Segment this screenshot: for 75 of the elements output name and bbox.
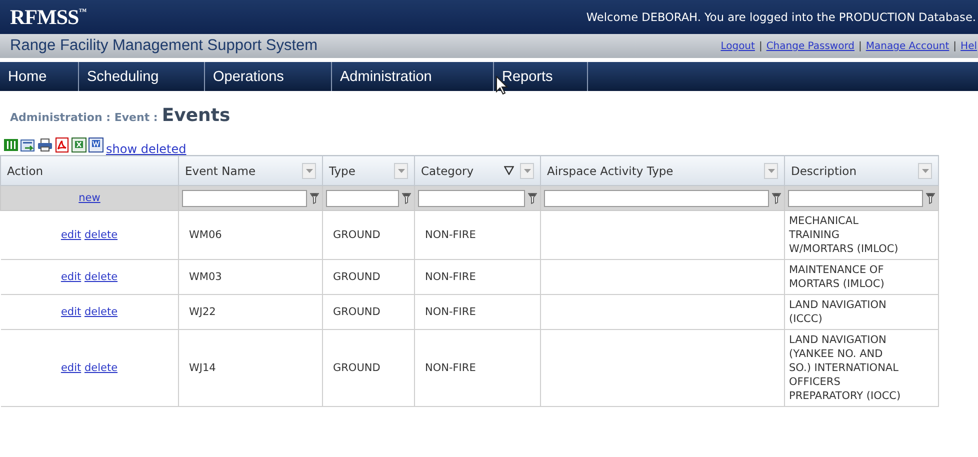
- column-menu-button[interactable]: [764, 162, 778, 178]
- delete-link[interactable]: delete: [84, 362, 118, 374]
- logo: RFMSS$^{™}$: [10, 4, 86, 30]
- column-header[interactable]: Event Name: [178, 156, 322, 186]
- nav-item[interactable]: Administration: [332, 62, 494, 91]
- column-menu-button[interactable]: [394, 162, 408, 178]
- filter-icon[interactable]: [772, 192, 781, 204]
- printer-icon[interactable]: [37, 137, 53, 153]
- filter-icon[interactable]: [926, 192, 935, 204]
- caret-icon: [922, 168, 928, 172]
- document-icon[interactable]: [88, 137, 104, 153]
- filter-icon[interactable]: [402, 192, 411, 204]
- table-cell: GROUND: [333, 228, 380, 240]
- filter-field[interactable]: [418, 190, 525, 206]
- nav-item[interactable]: Operations: [205, 62, 332, 91]
- new-link[interactable]: new: [78, 192, 100, 204]
- caret-icon: [306, 168, 312, 172]
- table-cell: GROUND: [333, 362, 380, 374]
- column-header[interactable]: Description: [784, 156, 938, 186]
- description-text: MAINTENANCE OF MORTARS (IMLOC): [789, 263, 886, 291]
- edit-link[interactable]: edit: [60, 228, 82, 240]
- breadcrumb: Administration : Event :: [10, 111, 158, 124]
- delete-link[interactable]: delete: [84, 270, 118, 282]
- welcome-message: Welcome DEBORAH. You are logged into the PRODUCTION Database.: [586, 10, 976, 24]
- table-cell: NON-FIRE: [425, 228, 476, 240]
- link-separator: |: [858, 40, 862, 52]
- header-link[interactable]: Hel: [960, 40, 977, 52]
- description-text: LAND NAVIGATION (ICCC): [789, 298, 888, 326]
- table-cell: WJ14: [189, 362, 216, 374]
- edit-link[interactable]: edit: [60, 306, 82, 318]
- column-menu-button[interactable]: [520, 162, 534, 178]
- delete-link[interactable]: delete: [84, 228, 118, 240]
- link-separator: |: [953, 40, 957, 52]
- caret-icon: [524, 168, 530, 172]
- table-cell: GROUND: [333, 270, 380, 282]
- edit-link[interactable]: edit: [60, 362, 82, 374]
- columns-icon[interactable]: [3, 137, 19, 153]
- show-deleted-link[interactable]: show deleted: [106, 142, 186, 156]
- nav-item[interactable]: Scheduling: [79, 62, 205, 91]
- table-cell: WJ22: [189, 306, 216, 318]
- filter-field[interactable]: [544, 190, 769, 206]
- description-text: MECHANICAL TRAINING W/MORTARS (IMLOC): [789, 214, 900, 256]
- filter-field[interactable]: [326, 190, 399, 206]
- link-separator: |: [758, 40, 762, 52]
- column-header[interactable]: Type: [322, 156, 414, 186]
- caret-icon: [768, 168, 774, 172]
- filter-icon[interactable]: [310, 192, 319, 204]
- delete-link[interactable]: delete: [84, 306, 118, 318]
- header-link[interactable]: Logout: [720, 40, 755, 52]
- column-header[interactable]: Action: [0, 156, 178, 186]
- header-link[interactable]: Change Password: [766, 40, 855, 52]
- filter-field[interactable]: [182, 190, 307, 206]
- column-header[interactable]: Airspace Activity Type: [540, 156, 784, 186]
- column-menu-button[interactable]: [302, 162, 316, 178]
- edit-link[interactable]: edit: [60, 270, 82, 282]
- table-cell: WM06: [189, 228, 222, 240]
- spreadsheet-icon[interactable]: [71, 137, 87, 153]
- filter-field[interactable]: [788, 190, 923, 206]
- table-cell: NON-FIRE: [425, 362, 476, 374]
- table-cell: NON-FIRE: [425, 270, 476, 282]
- page-title: Events: [162, 105, 230, 126]
- pdf-icon[interactable]: [54, 137, 70, 153]
- filter-icon[interactable]: [528, 192, 537, 204]
- table-cell: NON-FIRE: [425, 306, 476, 318]
- app-title: Range Facility Management Support System: [10, 37, 318, 55]
- column-header[interactable]: Category: [414, 156, 540, 186]
- table-cell: WM03: [189, 270, 222, 282]
- header-link[interactable]: Manage Account: [866, 40, 950, 52]
- description-text: LAND NAVIGATION (YANKEE NO. AND SO.) INTERNATIONAL OFFICERS PREPARATORY (IOCC): [789, 333, 902, 403]
- export-icon[interactable]: [20, 137, 36, 153]
- sort-icon[interactable]: [504, 166, 514, 175]
- column-menu-button[interactable]: [918, 162, 932, 178]
- caret-icon: [398, 168, 404, 172]
- table-cell: GROUND: [333, 306, 380, 318]
- nav-item[interactable]: Home: [0, 62, 79, 91]
